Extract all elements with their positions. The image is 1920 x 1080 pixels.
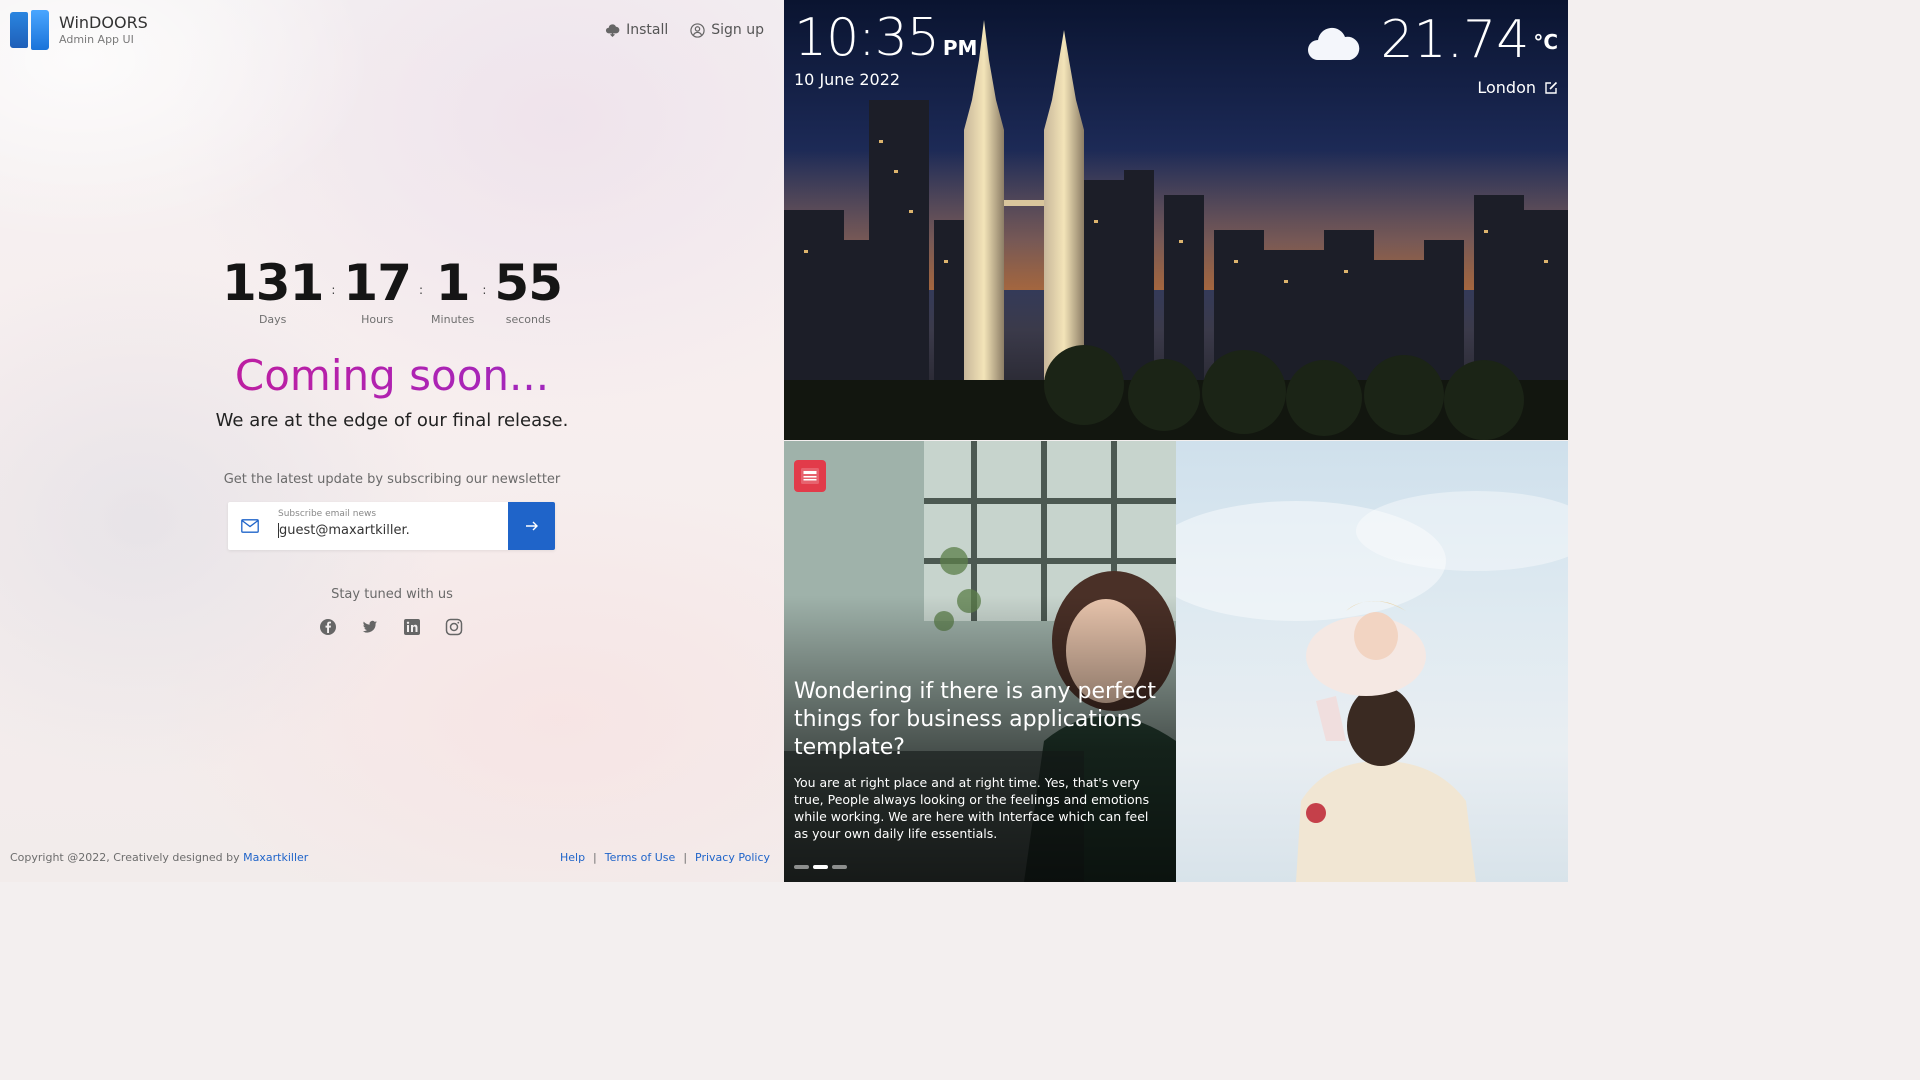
- countdown-separator: :: [419, 283, 424, 297]
- footer-links: Help | Terms of Use | Privacy Policy: [560, 851, 770, 864]
- install-label: Install: [626, 22, 669, 38]
- clock-widget: 10:35 PM 10 June 2022: [794, 8, 977, 89]
- windoors-logo-icon: [10, 10, 50, 50]
- hours-value: 17: [343, 254, 412, 312]
- footer-separator: |: [683, 851, 688, 864]
- minutes-value: 1: [435, 254, 471, 312]
- weather-widget: 21.74 °C London: [1306, 10, 1558, 97]
- days-value: 131: [221, 254, 324, 312]
- cloud-icon: [1308, 27, 1360, 61]
- signup-label: Sign up: [711, 22, 764, 38]
- weather-unit: °C: [1533, 30, 1558, 54]
- father-child-photo-tile: [1176, 441, 1568, 882]
- carousel-dot-3[interactable]: [832, 865, 847, 869]
- privacy-link[interactable]: Privacy Policy: [695, 851, 770, 864]
- brand-subtitle: Admin App UI: [59, 33, 134, 46]
- countdown-seconds: 55 seconds: [494, 254, 563, 326]
- newsletter-hint: Get the latest update by subscribing our…: [223, 472, 561, 487]
- article-body: You are at right place and at right time…: [794, 775, 1150, 841]
- minutes-label: Minutes: [431, 313, 475, 326]
- arrow-right-icon: [525, 521, 538, 531]
- days-label: Days: [258, 313, 287, 326]
- subscribe-submit-button[interactable]: [508, 502, 555, 550]
- user-circle-icon: [690, 22, 705, 38]
- countdown-days: 131 Days: [221, 254, 324, 326]
- author-link[interactable]: Maxartkiller: [243, 851, 308, 864]
- copyright-text: Copyright @2022, Creatively designed by: [10, 851, 240, 864]
- countdown-timer: 131 Days : 17 Hours : 1 Minutes : 55 sec…: [0, 255, 784, 326]
- seconds-label: seconds: [505, 313, 551, 326]
- linkedin-icon[interactable]: [402, 617, 422, 637]
- father-child-image: [1176, 491, 1568, 882]
- weather-location[interactable]: London: [1306, 78, 1558, 97]
- copyright: Copyright @2022, Creatively designed by …: [10, 851, 308, 864]
- city-skyline-tile: 10:35 PM 10 June 2022 21.74 °C London: [784, 0, 1568, 440]
- clock-time: 10:35: [794, 8, 940, 68]
- social-links: [318, 617, 464, 637]
- coming-soon-heading: Coming soon...: [0, 350, 784, 402]
- instagram-icon[interactable]: [444, 617, 464, 637]
- carousel-dot-2[interactable]: [813, 865, 828, 869]
- carousel-dot-1[interactable]: [794, 865, 809, 869]
- cloud-download-icon: [606, 23, 620, 37]
- hours-label: Hours: [361, 313, 394, 326]
- brand-title: WinDOORS: [59, 13, 148, 32]
- facebook-icon[interactable]: [318, 617, 338, 637]
- seconds-value: 55: [494, 254, 563, 312]
- email-field-wrapper: Subscribe email news: [272, 502, 508, 550]
- coming-soon-panel: WinDOORS Admin App UI Install Sign up 13…: [0, 0, 784, 882]
- terms-link[interactable]: Terms of Use: [605, 851, 676, 864]
- email-input[interactable]: [278, 523, 502, 538]
- install-button[interactable]: Install: [605, 22, 668, 38]
- envelope-icon: [228, 502, 272, 550]
- subscribe-form: Subscribe email news: [228, 502, 555, 550]
- social-heading: Stay tuned with us: [331, 587, 453, 602]
- help-link[interactable]: Help: [560, 851, 585, 864]
- article-headline[interactable]: Wondering if there is any perfect things…: [794, 678, 1166, 762]
- location-name: London: [1477, 78, 1536, 97]
- tagline: We are at the edge of our final release.: [215, 410, 569, 431]
- countdown-separator: :: [482, 283, 487, 297]
- clock-date: 10 June 2022: [794, 70, 901, 89]
- twitter-icon[interactable]: [360, 617, 380, 637]
- footer-separator: |: [593, 851, 597, 864]
- carousel-indicators: [794, 865, 847, 869]
- top-nav: Install Sign up: [605, 22, 764, 38]
- countdown-hours: 17 Hours: [343, 254, 412, 326]
- newspaper-icon: [794, 460, 826, 492]
- article-card[interactable]: Wondering if there is any perfect things…: [784, 441, 1176, 882]
- countdown-minutes: 1 Minutes: [431, 255, 474, 326]
- edit-icon[interactable]: [1544, 81, 1558, 95]
- email-field-label: Subscribe email news: [278, 509, 377, 519]
- signup-button[interactable]: Sign up: [690, 22, 764, 38]
- countdown-separator: :: [331, 283, 336, 297]
- weather-temperature: 21.74: [1380, 10, 1530, 70]
- brand[interactable]: WinDOORS Admin App UI: [10, 10, 148, 50]
- clock-ampm: PM: [942, 36, 978, 60]
